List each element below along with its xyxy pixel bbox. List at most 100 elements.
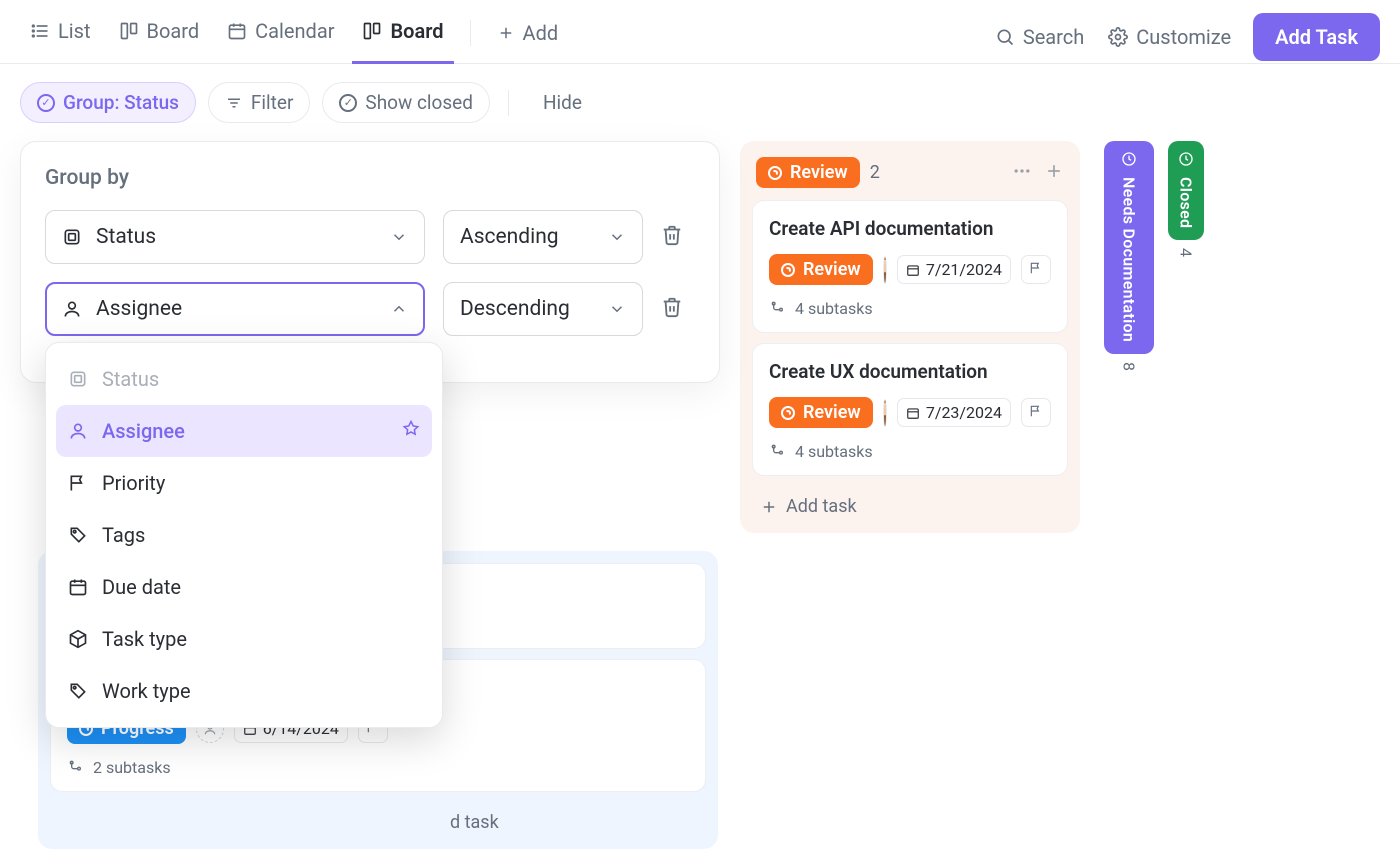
chevron-up-icon (390, 300, 408, 318)
group-pill[interactable]: Group: Status (20, 82, 196, 123)
hide-button[interactable]: Hide (527, 83, 598, 122)
dropdown-option-status[interactable]: Status (56, 353, 432, 405)
dropdown-option-label: Work type (102, 679, 191, 703)
collapsed-columns: Needs Documentation 8 Closed 4 (1104, 141, 1204, 371)
subtask-icon (67, 760, 83, 776)
collapsed-label: Needs Documentation (1120, 177, 1139, 342)
trash-icon (661, 224, 683, 246)
delete-group-button[interactable] (661, 224, 683, 250)
dropdown-option-label: Priority (102, 471, 165, 495)
search-button[interactable]: Search (983, 17, 1096, 57)
chevron-down-icon (390, 228, 408, 246)
add-task-row[interactable]: d task (50, 802, 706, 837)
status-badge-review: Review (769, 254, 873, 285)
status-label: Review (803, 402, 861, 423)
view-tab-label: Calendar (255, 19, 334, 43)
calendar-icon (227, 21, 247, 41)
board-area: Progress 6/14/2024 2 subtasks (0, 141, 1400, 533)
dropdown-option-task-type[interactable]: Task type (56, 613, 432, 665)
subtask-icon (769, 301, 785, 317)
assignee-avatar[interactable] (883, 256, 887, 284)
column-add-button[interactable] (1044, 161, 1064, 185)
subtasks-row[interactable]: 4 subtasks (769, 442, 1051, 461)
collapsed-count: 4 (1177, 248, 1196, 257)
groupby-sort-select[interactable]: Ascending (443, 210, 643, 264)
chevron-down-icon (608, 300, 626, 318)
calendar-icon (906, 406, 920, 420)
status-badge-review[interactable]: Review (756, 157, 860, 188)
gear-icon (1108, 27, 1128, 47)
board-icon (362, 21, 382, 41)
hide-label: Hide (543, 91, 582, 114)
task-card[interactable]: Create UX documentation Review 7/23/2024… (752, 343, 1068, 476)
filter-pill-label: Filter (251, 91, 293, 114)
clock-icon (1121, 151, 1137, 167)
filter-pill[interactable]: Filter (208, 82, 310, 123)
due-date-chip[interactable]: 7/21/2024 (897, 255, 1011, 284)
assignee-avatar[interactable] (883, 399, 887, 427)
add-task-row[interactable]: Add task (752, 486, 1068, 521)
groupby-sort-select[interactable]: Descending (443, 282, 643, 336)
show-closed-pill[interactable]: Show closed (322, 82, 490, 123)
dropdown-option-work-type[interactable]: Work type (56, 665, 432, 717)
dropdown-option-tags[interactable]: Tags (56, 509, 432, 561)
view-tab-calendar[interactable]: Calendar (217, 9, 344, 64)
view-tab-list[interactable]: List (20, 9, 101, 64)
groupby-title: Group by (45, 166, 695, 190)
groupby-row: Assignee Descending (45, 282, 695, 336)
subtask-icon (769, 444, 785, 460)
calendar-icon (906, 263, 920, 277)
groupby-field-select[interactable]: Status (45, 210, 425, 264)
column-more-button[interactable] (1012, 161, 1032, 185)
task-card[interactable]: Create API documentation Review 7/21/202… (752, 200, 1068, 333)
view-tab-board-active[interactable]: Board (352, 9, 453, 64)
separator (508, 90, 509, 116)
dropdown-option-assignee[interactable]: Assignee (56, 405, 432, 457)
flag-icon (1029, 404, 1043, 418)
check-circle-icon (339, 94, 357, 112)
user-icon (62, 299, 82, 319)
subtasks-text: 2 subtasks (93, 758, 171, 777)
user-icon (68, 421, 88, 441)
collapsed-column-needs-doc[interactable]: Needs Documentation (1104, 141, 1154, 354)
dropdown-option-priority[interactable]: Priority (56, 457, 432, 509)
view-tab-board-1[interactable]: Board (109, 9, 210, 64)
priority-chip[interactable] (1021, 398, 1051, 427)
subtasks-row[interactable]: 4 subtasks (769, 299, 1051, 318)
subtasks-text: 4 subtasks (795, 299, 873, 318)
due-date-text: 7/23/2024 (926, 403, 1002, 422)
progress-ring-icon (768, 166, 782, 180)
search-icon (995, 27, 1015, 47)
column-review: Review 2 Create API documentation Review (740, 141, 1080, 533)
dropdown-option-label: Due date (102, 575, 181, 599)
collapsed-label: Closed (1177, 177, 1196, 228)
filter-icon (225, 94, 243, 112)
add-task-button[interactable]: Add Task (1253, 13, 1380, 61)
groupby-field-select-active[interactable]: Assignee (45, 282, 425, 336)
filter-bar: Group: Status Filter Show closed Hide (0, 64, 1400, 141)
dropdown-option-due-date[interactable]: Due date (56, 561, 432, 613)
priority-chip[interactable] (1021, 255, 1051, 284)
customize-button[interactable]: Customize (1096, 17, 1243, 57)
status-badge-review: Review (769, 397, 873, 428)
plus-icon (1044, 161, 1064, 181)
subtasks-row[interactable]: 2 subtasks (67, 758, 689, 777)
select-value: Assignee (96, 297, 182, 321)
view-tab-label: List (58, 19, 91, 43)
add-view-button[interactable]: Add (487, 11, 569, 63)
dropdown-option-label: Task type (102, 627, 187, 651)
select-value: Descending (460, 297, 570, 321)
collapsed-column-closed[interactable]: Closed (1168, 141, 1204, 240)
add-task-label: Add task (786, 496, 857, 517)
delete-group-button[interactable] (661, 296, 683, 322)
more-icon (1012, 161, 1032, 181)
groupby-popover: Group by Status Ascending Assignee (20, 141, 720, 383)
view-toolbar: List Board Calendar Board Add Search Cus… (0, 0, 1400, 64)
tag-icon (68, 525, 88, 545)
add-view-label: Add (523, 21, 559, 45)
due-date-text: 7/21/2024 (926, 260, 1002, 279)
show-closed-label: Show closed (365, 91, 473, 114)
due-date-chip[interactable]: 7/23/2024 (897, 398, 1011, 427)
progress-ring-icon (781, 263, 795, 277)
board-icon (119, 21, 139, 41)
